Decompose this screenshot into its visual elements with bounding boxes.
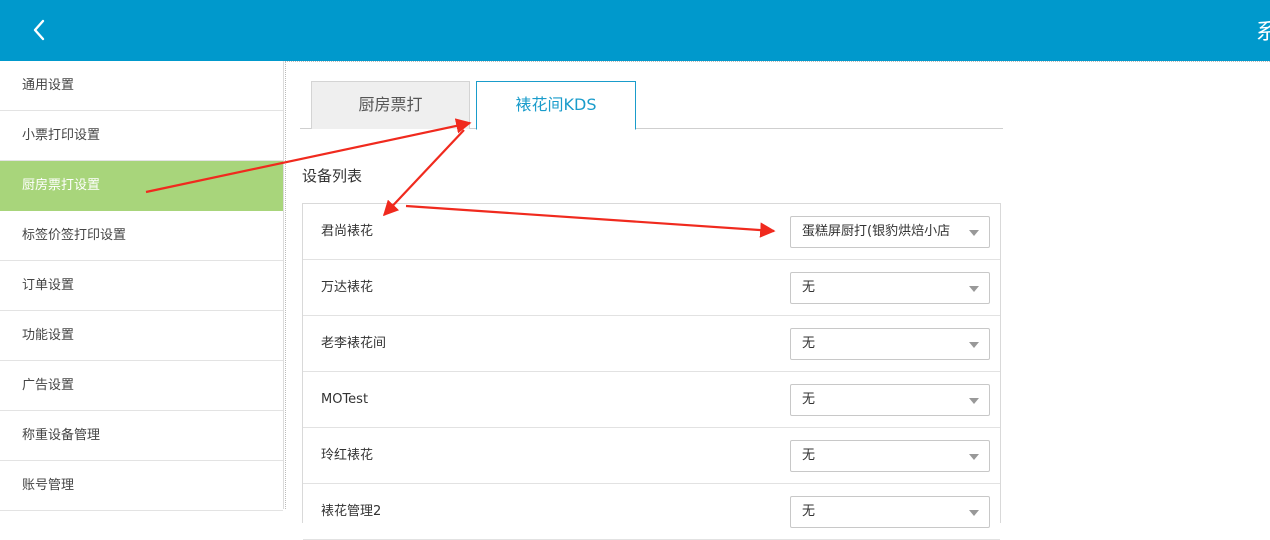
sidebar-item-function[interactable]: 功能设置 bbox=[0, 311, 283, 361]
list-item: MOTest 无 bbox=[303, 372, 1000, 428]
caret-down-icon bbox=[969, 454, 979, 460]
device-name: MOTest bbox=[321, 392, 369, 407]
sidebar-item-account[interactable]: 账号管理 bbox=[0, 461, 283, 511]
device-name: 玲红裱花 bbox=[321, 448, 374, 463]
list-item: 裱花管理2 无 bbox=[303, 484, 1000, 540]
page-title: 系 bbox=[1256, 20, 1270, 45]
list-item: 万达裱花 无 bbox=[303, 260, 1000, 316]
device-name: 万达裱花 bbox=[321, 280, 374, 295]
sidebar-item-receipt-print[interactable]: 小票打印设置 bbox=[0, 111, 283, 161]
divider bbox=[285, 61, 286, 509]
caret-down-icon bbox=[969, 286, 979, 292]
main-panel: 厨房票打 裱花间KDS 设备列表 君尚裱花 蛋糕屏厨打(银豹烘焙小店 万达裱花 … bbox=[285, 61, 1270, 540]
select-value: 无 bbox=[802, 448, 816, 463]
sidebar-item-scale-devices[interactable]: 称重设备管理 bbox=[0, 411, 283, 461]
list-item: 老李裱花间 无 bbox=[303, 316, 1000, 372]
top-bar: 系 bbox=[0, 0, 1270, 61]
back-button[interactable] bbox=[22, 12, 58, 48]
tab-decoration-kds[interactable]: 裱花间KDS bbox=[476, 81, 636, 130]
list-item: 君尚裱花 蛋糕屏厨打(银豹烘焙小店 bbox=[303, 204, 1000, 260]
device-select[interactable]: 无 bbox=[790, 328, 990, 360]
device-name: 裱花管理2 bbox=[321, 504, 382, 519]
tab-bar: 厨房票打 裱花间KDS bbox=[300, 81, 1003, 130]
select-value: 无 bbox=[802, 280, 816, 295]
tab-kitchen-print[interactable]: 厨房票打 bbox=[311, 81, 470, 129]
select-value: 无 bbox=[802, 504, 816, 519]
caret-down-icon bbox=[969, 342, 979, 348]
chevron-left-icon bbox=[33, 19, 45, 41]
sidebar-item-ads[interactable]: 广告设置 bbox=[0, 361, 283, 411]
select-value: 蛋糕屏厨打(银豹烘焙小店 bbox=[802, 224, 951, 239]
device-select[interactable]: 无 bbox=[790, 440, 990, 472]
caret-down-icon bbox=[969, 510, 979, 516]
device-name: 君尚裱花 bbox=[321, 224, 374, 239]
device-select[interactable]: 无 bbox=[790, 496, 990, 528]
sidebar: 通用设置 小票打印设置 厨房票打设置 标签价签打印设置 订单设置 功能设置 广告… bbox=[0, 61, 284, 511]
divider bbox=[285, 61, 1270, 63]
sidebar-item-kitchen-print[interactable]: 厨房票打设置 bbox=[0, 161, 283, 211]
device-select[interactable]: 蛋糕屏厨打(银豹烘焙小店 bbox=[790, 216, 990, 248]
list-item: 玲红裱花 无 bbox=[303, 428, 1000, 484]
device-select[interactable]: 无 bbox=[790, 384, 990, 416]
caret-down-icon bbox=[969, 398, 979, 404]
device-list-title: 设备列表 bbox=[302, 167, 363, 185]
device-name: 老李裱花间 bbox=[321, 336, 387, 351]
sidebar-item-order[interactable]: 订单设置 bbox=[0, 261, 283, 311]
select-value: 无 bbox=[802, 392, 816, 407]
caret-down-icon bbox=[969, 230, 979, 236]
select-value: 无 bbox=[802, 336, 816, 351]
sidebar-item-general[interactable]: 通用设置 bbox=[0, 61, 283, 111]
device-select[interactable]: 无 bbox=[790, 272, 990, 304]
device-list: 君尚裱花 蛋糕屏厨打(银豹烘焙小店 万达裱花 无 老李裱花间 无 MOTest … bbox=[302, 203, 1001, 540]
sidebar-item-label-print[interactable]: 标签价签打印设置 bbox=[0, 211, 283, 261]
